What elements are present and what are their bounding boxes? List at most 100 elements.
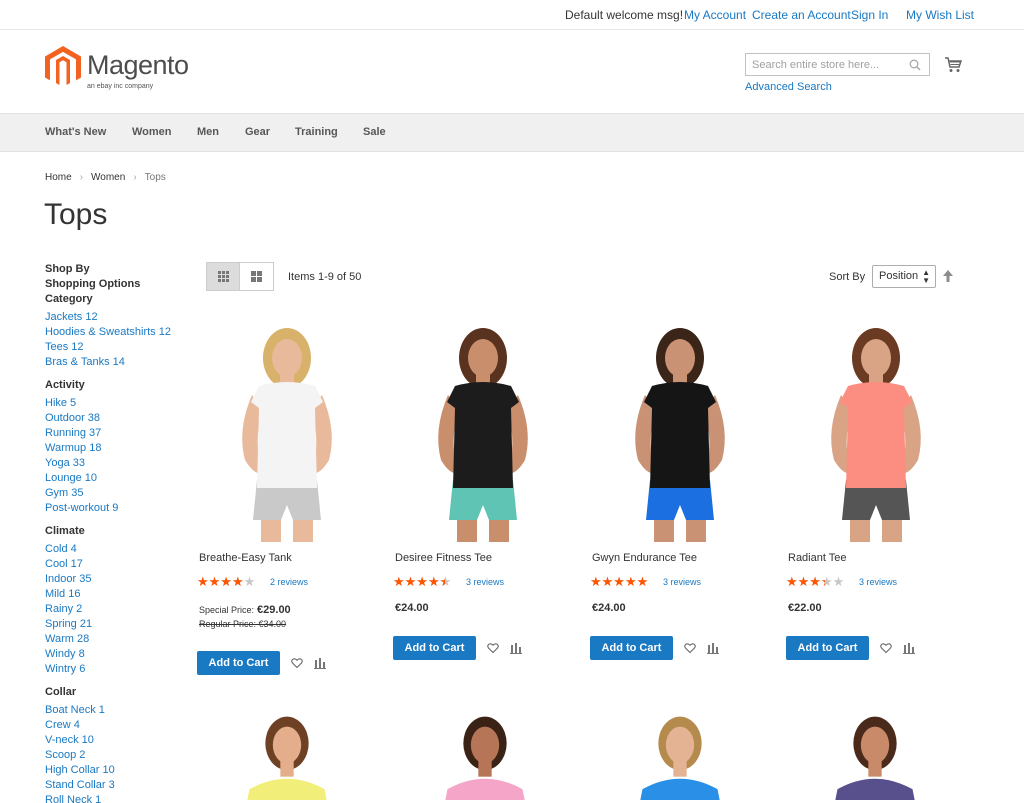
filter-option-link[interactable]: Warm 28 xyxy=(45,632,195,647)
price-box: €22.00 xyxy=(788,602,822,614)
filter-option-link[interactable]: Hoodies & Sweatshirts 12 xyxy=(45,325,195,340)
store-logo[interactable]: Magento an ebay inc company xyxy=(45,46,205,96)
product-photo-link[interactable] xyxy=(212,710,362,800)
breadcrumb: Home › Women › Tops xyxy=(45,172,166,183)
filter-option-link[interactable]: Lounge 10 xyxy=(45,471,195,486)
filter-option-link[interactable]: Outdoor 38 xyxy=(45,411,195,426)
filter-option-link[interactable]: Boat Neck 1 xyxy=(45,703,195,718)
filter-option-link[interactable]: Indoor 35 xyxy=(45,572,195,587)
filter-group-title[interactable]: Climate xyxy=(45,524,195,539)
search-icon[interactable] xyxy=(909,59,921,71)
reviews-link[interactable]: 2 reviews xyxy=(270,577,308,587)
product-photo-link[interactable] xyxy=(410,710,560,800)
add-to-wishlist-heart-icon[interactable] xyxy=(487,642,499,654)
cart-icon[interactable] xyxy=(944,56,962,74)
filter-group-title[interactable]: Category xyxy=(45,292,195,307)
nav-item-sale[interactable]: Sale xyxy=(363,126,386,138)
nav-item-whats-new[interactable]: What's New xyxy=(45,126,106,138)
breadcrumb-current: Tops xyxy=(144,172,166,183)
price-box: €24.00 xyxy=(592,602,626,614)
filter-group-title[interactable]: Collar xyxy=(45,685,195,700)
filter-options-list: Boat Neck 1 Crew 4 V-neck 10 Scoop 2 High Co… xyxy=(45,703,195,803)
add-to-cart-button[interactable]: Add to Cart xyxy=(197,651,280,675)
filter-option-link[interactable]: High Collar 10 xyxy=(45,763,195,778)
product-name-link[interactable]: Breathe-Easy Tank xyxy=(199,552,292,564)
select-arrows-icon: ▲ ▼ xyxy=(922,268,930,285)
product-price: €24.00 xyxy=(395,602,429,614)
advanced-search-link[interactable]: Advanced Search xyxy=(745,81,832,93)
filter-option-link[interactable]: Cool 17 xyxy=(45,557,195,572)
filter-group-title[interactable]: Activity xyxy=(45,378,195,393)
wish-list-link[interactable]: My Wish List xyxy=(906,8,974,22)
filter-option-link[interactable]: Roll Neck 1 xyxy=(45,793,195,803)
product-photo-link[interactable] xyxy=(800,710,950,800)
add-to-compare-icon[interactable] xyxy=(510,642,522,654)
create-account-link[interactable]: Create an Account xyxy=(752,8,851,22)
filter-option-link[interactable]: Scoop 2 xyxy=(45,748,195,763)
filter-option-link[interactable]: Rainy 2 xyxy=(45,602,195,617)
product-photo-image xyxy=(445,716,525,800)
star-filled-icon: ★★★★★ xyxy=(393,575,445,588)
nav-item-women[interactable]: Women xyxy=(132,126,172,138)
add-to-compare-icon[interactable] xyxy=(314,657,326,669)
product-photo-link[interactable] xyxy=(197,320,377,542)
my-account-link[interactable]: My Account xyxy=(684,8,746,22)
sort-direction-arrow-icon[interactable] xyxy=(942,269,954,283)
filter-option-link[interactable]: Post-workout 9 xyxy=(45,501,195,516)
product-name-link[interactable]: Desiree Fitness Tee xyxy=(395,552,492,564)
add-to-compare-icon[interactable] xyxy=(707,642,719,654)
filter-option-link[interactable]: Mild 16 xyxy=(45,587,195,602)
filter-option-link[interactable]: Jackets 12 xyxy=(45,310,195,325)
filter-option-link[interactable]: Cold 4 xyxy=(45,542,195,557)
nav-item-men[interactable]: Men xyxy=(197,126,219,138)
add-to-cart-button[interactable]: Add to Cart xyxy=(590,636,673,660)
nav-item-training[interactable]: Training xyxy=(295,126,338,138)
filter-option-link[interactable]: Yoga 33 xyxy=(45,456,195,471)
rating-stars: ★★★★★★★★★★ xyxy=(393,575,458,588)
nav-item-gear[interactable]: Gear xyxy=(245,126,270,138)
add-to-wishlist-heart-icon[interactable] xyxy=(291,657,303,669)
add-to-wishlist-heart-icon[interactable] xyxy=(684,642,696,654)
add-to-cart-button[interactable]: Add to Cart xyxy=(393,636,476,660)
filter-option-link[interactable]: Tees 12 xyxy=(45,340,195,355)
filter-option-link[interactable]: Hike 5 xyxy=(45,396,195,411)
filter-option-link[interactable]: Bras & Tanks 14 xyxy=(45,355,195,370)
search-box xyxy=(745,53,930,76)
filter-option-link[interactable]: Stand Collar 3 xyxy=(45,778,195,793)
filter-option-link[interactable]: V-neck 10 xyxy=(45,733,195,748)
filter-option-link[interactable]: Wintry 6 xyxy=(45,662,195,677)
breadcrumb-women[interactable]: Women xyxy=(91,172,125,183)
grid-view-button[interactable] xyxy=(207,263,240,290)
product-photo-link[interactable] xyxy=(605,710,755,800)
filter-option-link[interactable]: Warmup 18 xyxy=(45,441,195,456)
sort-by-select[interactable]: Position ▲ ▼ xyxy=(872,265,936,288)
filter-option-link[interactable]: Crew 4 xyxy=(45,718,195,733)
product-rating: ★★★★★★★★★★ 3 reviews xyxy=(393,575,504,588)
filter-option-link[interactable]: Spring 21 xyxy=(45,617,195,632)
welcome-message: Default welcome msg! xyxy=(565,8,684,22)
price-box: €24.00 xyxy=(395,602,429,614)
list-view-button[interactable] xyxy=(240,263,273,290)
breadcrumb-home[interactable]: Home xyxy=(45,172,72,183)
add-to-wishlist-heart-icon[interactable] xyxy=(880,642,892,654)
add-to-compare-icon[interactable] xyxy=(903,642,915,654)
star-filled-icon: ★★★★★ xyxy=(786,575,825,588)
product-name-link[interactable]: Gwyn Endurance Tee xyxy=(592,552,697,564)
reviews-link[interactable]: 3 reviews xyxy=(466,577,504,587)
filter-option-link[interactable]: Gym 35 xyxy=(45,486,195,501)
filter-options-list: Hike 5 Outdoor 38 Running 37 Warmup 18 Yoga … xyxy=(45,396,195,516)
sign-in-link[interactable]: Sign In xyxy=(851,8,888,22)
reviews-link[interactable]: 3 reviews xyxy=(859,577,897,587)
add-to-cart-button[interactable]: Add to Cart xyxy=(786,636,869,660)
reviews-link[interactable]: 3 reviews xyxy=(663,577,701,587)
filter-option-link[interactable]: Windy 8 xyxy=(45,647,195,662)
filter-option-link[interactable]: Running 37 xyxy=(45,426,195,441)
regular-price: Regular Price: €34.00 xyxy=(199,619,287,629)
product-photo-link[interactable] xyxy=(786,320,966,542)
product-photo-link[interactable] xyxy=(393,320,573,542)
search-input[interactable] xyxy=(746,54,901,75)
special-price-value: €29.00 xyxy=(257,604,291,616)
grid-view-icon xyxy=(217,271,229,282)
product-name-link[interactable]: Radiant Tee xyxy=(788,552,847,564)
product-photo-link[interactable] xyxy=(590,320,770,542)
